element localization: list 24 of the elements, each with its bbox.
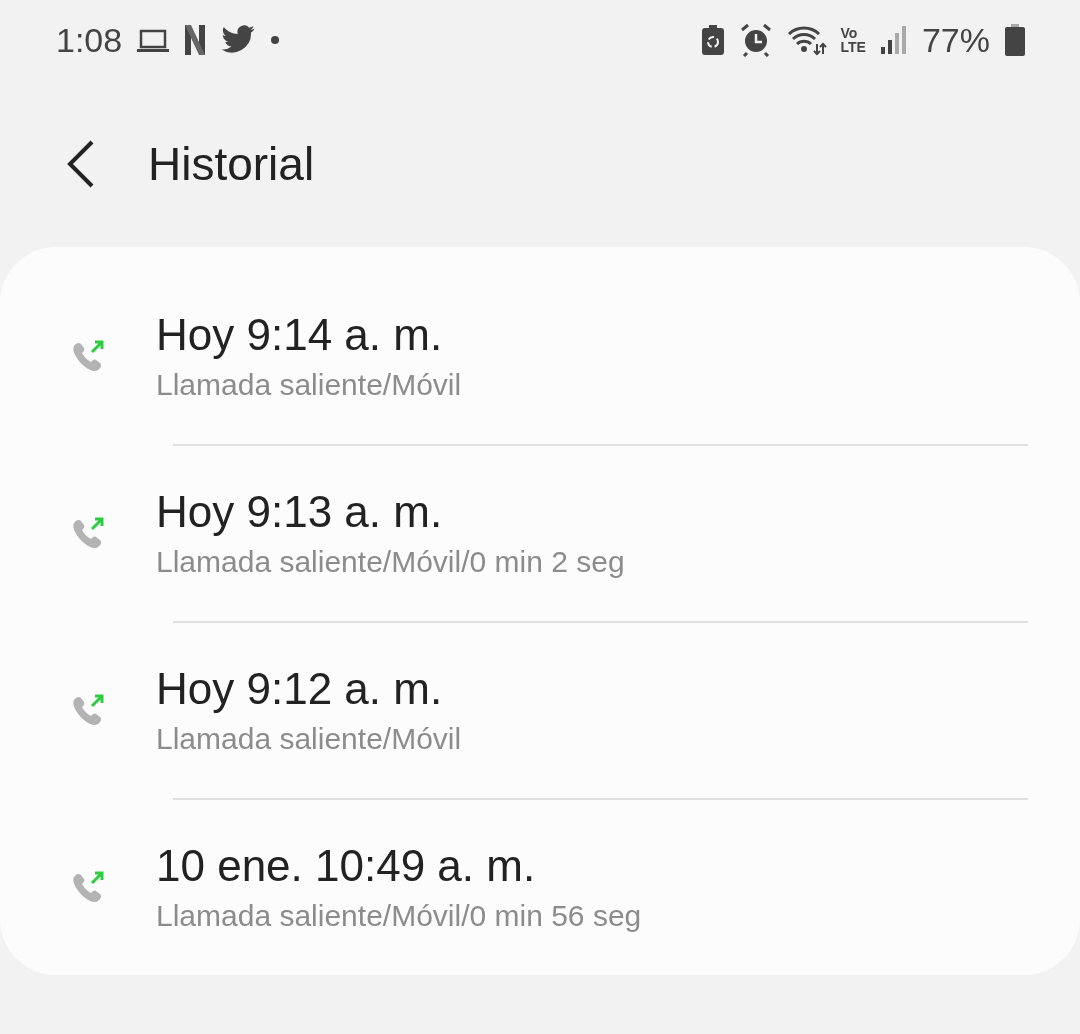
call-detail: Llamada saliente/Móvil/0 min 2 seg: [156, 544, 625, 579]
clock-time: 1:08: [56, 20, 123, 60]
call-entry[interactable]: 10 ene. 10:49 a. m. Llamada saliente/Móvil/0 min 56 seg: [0, 798, 1080, 975]
battery-percent: 77%: [921, 20, 990, 60]
call-entry[interactable]: Hoy 9:13 a. m. Llamada saliente/Móvil/0 min 2 seg: [0, 444, 1080, 621]
call-time: Hoy 9:13 a. m.: [156, 486, 444, 537]
call-entry[interactable]: Hoy 9:12 a. m. Llamada saliente/Móvil: [0, 621, 1080, 798]
battery-icon: [1004, 23, 1026, 57]
bird-icon: [220, 25, 257, 55]
signal-icon: [879, 25, 908, 55]
wifi-icon: [786, 24, 827, 56]
battery-saver-icon: [700, 24, 725, 56]
dot-icon: [270, 35, 281, 45]
call-time: Hoy 9:12 a. m.: [156, 663, 444, 714]
alarm-icon: [738, 23, 773, 57]
call-detail: Llamada saliente/Móvil/0 min 56 seg: [156, 898, 642, 933]
volte-label: Vo LTE: [840, 26, 866, 54]
call-entry[interactable]: Hoy 9:14 a. m. Llamada saliente/Móvil: [0, 267, 1080, 444]
call-detail: Llamada saliente/Móvil: [156, 367, 462, 402]
call-time: 10 ene. 10:49 a. m.: [156, 840, 537, 891]
n-logo-icon: [184, 24, 207, 56]
call-time: Hoy 9:14 a. m.: [156, 309, 444, 360]
page-title: Historial: [148, 136, 315, 191]
call-detail: Llamada saliente/Móvil: [156, 721, 462, 756]
